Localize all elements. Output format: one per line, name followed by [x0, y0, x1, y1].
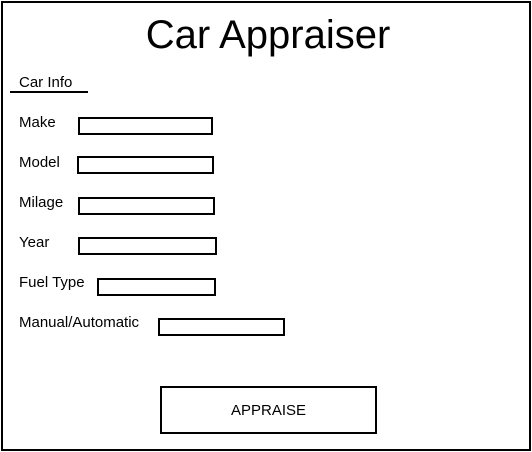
appraise-button[interactable]: APPRAISE [160, 386, 377, 434]
year-field[interactable] [78, 237, 217, 255]
fuel-type-field[interactable] [97, 278, 216, 296]
model-label: Model [19, 154, 60, 171]
transmission-field[interactable] [158, 318, 285, 336]
make-field[interactable] [78, 117, 213, 135]
section-label-car-info: Car Info [19, 74, 73, 91]
app-window [1, 1, 531, 451]
milage-label: Milage [19, 194, 64, 211]
milage-field[interactable] [78, 197, 215, 215]
model-field[interactable] [77, 156, 214, 174]
page-title: Car Appraiser [145, 13, 391, 57]
make-label: Make [19, 114, 56, 131]
fuel-type-label: Fuel Type [19, 274, 85, 291]
year-label: Year [19, 234, 50, 251]
transmission-label: Manual/Automatic [19, 314, 140, 331]
section-underline [10, 91, 88, 93]
